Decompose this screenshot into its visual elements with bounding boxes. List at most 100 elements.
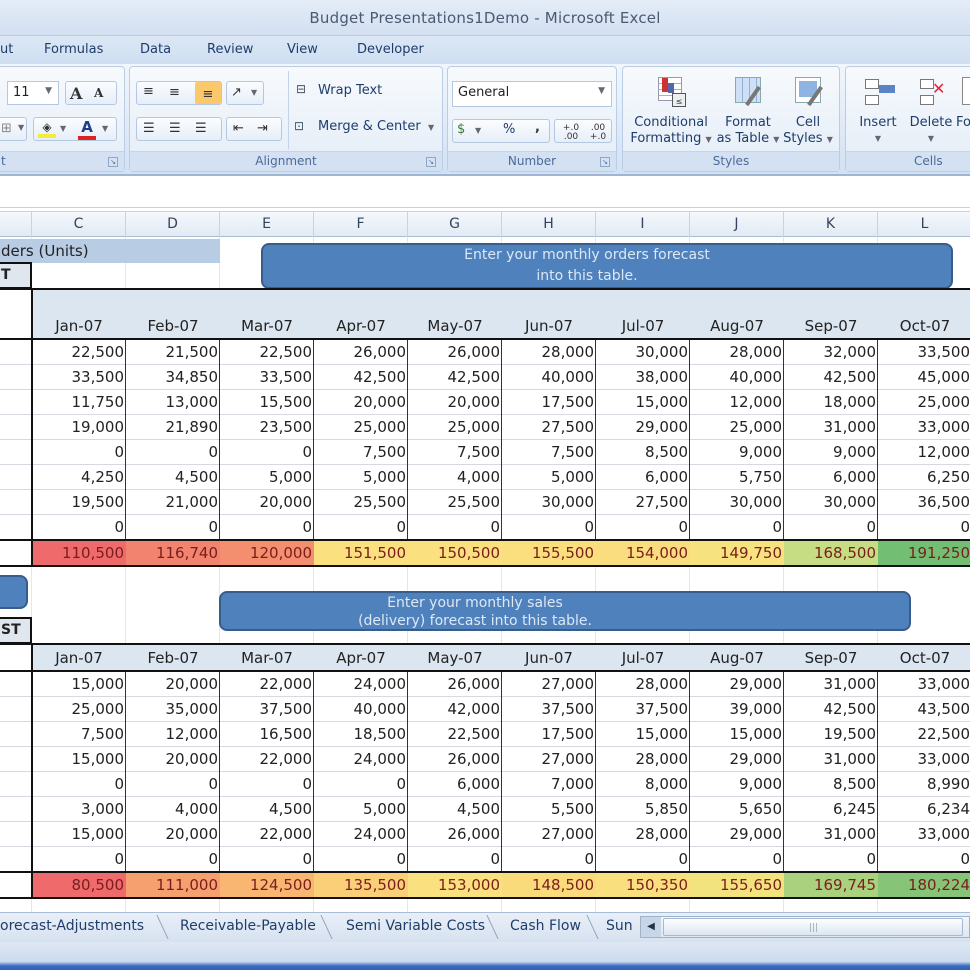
data-cell[interactable]: 0 xyxy=(126,772,220,797)
data-cell[interactable]: 0 xyxy=(314,847,408,872)
data-cell[interactable]: 19,000 xyxy=(32,415,126,440)
sheet-tab-semi-variable-costs[interactable]: Semi Variable Costs xyxy=(346,918,485,934)
font-color-icon[interactable]: A xyxy=(78,118,96,140)
data-cell[interactable]: 25,000 xyxy=(314,415,408,440)
data-cell[interactable]: 4,500 xyxy=(408,797,502,822)
data-cell[interactable]: 16,500 xyxy=(220,722,314,747)
data-cell[interactable]: 27,500 xyxy=(596,490,690,515)
data-cell[interactable]: 6,000 xyxy=(784,465,878,490)
insert-button[interactable]: Insert ▼ xyxy=(850,75,906,147)
orders-tag-cell[interactable]: T xyxy=(0,262,32,289)
data-cell[interactable]: 0 xyxy=(220,772,314,797)
data-cell[interactable]: 26,000 xyxy=(408,747,502,772)
fill-color-icon[interactable]: ◈ xyxy=(38,120,56,138)
sheet-tab-cash-flow[interactable]: Cash Flow xyxy=(510,918,581,934)
data-cell[interactable]: 33,500 xyxy=(220,365,314,390)
column-header[interactable]: I xyxy=(596,212,690,237)
data-cell[interactable]: 29,000 xyxy=(690,747,784,772)
data-cell[interactable]: 6,000 xyxy=(408,772,502,797)
data-cell[interactable]: 27,500 xyxy=(502,415,596,440)
data-cell[interactable]: 9,000 xyxy=(690,772,784,797)
delete-button[interactable]: ✕ Delete ▼ xyxy=(904,75,958,147)
data-cell[interactable]: 27,000 xyxy=(502,672,596,697)
data-cell[interactable]: 25,500 xyxy=(314,490,408,515)
column-header[interactable]: J xyxy=(690,212,784,237)
data-cell[interactable]: 39,000 xyxy=(690,697,784,722)
data-cell[interactable]: 4,250 xyxy=(32,465,126,490)
number-format-select[interactable]: General ▼ xyxy=(452,81,612,107)
data-cell[interactable]: 37,500 xyxy=(502,697,596,722)
horizontal-scrollbar[interactable]: ◀ ||| xyxy=(640,916,970,938)
data-cell[interactable]: 27,000 xyxy=(502,747,596,772)
data-cell[interactable]: 5,650 xyxy=(690,797,784,822)
data-cell[interactable]: 15,000 xyxy=(32,672,126,697)
data-cell[interactable]: 30,000 xyxy=(784,490,878,515)
data-cell[interactable]: 31,000 xyxy=(784,415,878,440)
dialog-launcher-icon[interactable]: ↘ xyxy=(600,157,610,167)
data-cell[interactable]: 0 xyxy=(690,515,784,540)
data-cell[interactable]: 30,000 xyxy=(596,340,690,365)
data-cell[interactable]: 25,500 xyxy=(408,490,502,515)
data-cell[interactable]: 37,500 xyxy=(596,697,690,722)
dialog-launcher-icon[interactable]: ↘ xyxy=(426,157,436,167)
data-cell[interactable]: 30,000 xyxy=(502,490,596,515)
data-cell[interactable]: 45,000 xyxy=(878,365,970,390)
decrease-indent-icon[interactable]: ⇤ xyxy=(233,121,244,136)
data-cell[interactable]: 22,500 xyxy=(32,340,126,365)
data-cell[interactable]: 40,000 xyxy=(314,697,408,722)
data-cell[interactable]: 28,000 xyxy=(596,747,690,772)
column-header[interactable]: H xyxy=(502,212,596,237)
data-cell[interactable]: 4,500 xyxy=(126,465,220,490)
data-cell[interactable]: 23,500 xyxy=(220,415,314,440)
column-header[interactable]: G xyxy=(408,212,502,237)
data-cell[interactable]: 31,000 xyxy=(784,672,878,697)
data-cell[interactable]: 0 xyxy=(314,772,408,797)
data-cell[interactable]: 0 xyxy=(220,515,314,540)
data-cell[interactable]: 40,000 xyxy=(502,365,596,390)
data-cell[interactable]: 42,500 xyxy=(314,365,408,390)
column-header-b[interactable] xyxy=(0,212,32,237)
grow-font-icon[interactable]: A xyxy=(70,84,82,103)
data-cell[interactable]: 0 xyxy=(878,847,970,872)
data-cell[interactable]: 9,000 xyxy=(784,440,878,465)
data-cell[interactable]: 0 xyxy=(126,847,220,872)
data-cell[interactable]: 17,500 xyxy=(502,390,596,415)
scrollbar-thumb[interactable]: ||| xyxy=(663,918,963,936)
data-cell[interactable]: 19,500 xyxy=(32,490,126,515)
data-cell[interactable]: 21,890 xyxy=(126,415,220,440)
data-cell[interactable]: 0 xyxy=(502,515,596,540)
data-cell[interactable]: 25,000 xyxy=(32,697,126,722)
data-cell[interactable]: 25,000 xyxy=(690,415,784,440)
data-cell[interactable]: 0 xyxy=(32,847,126,872)
sheet-tab-summary[interactable]: Sun xyxy=(606,918,638,934)
tab-page-layout[interactable]: ut xyxy=(0,42,13,57)
wrap-text-button[interactable]: Wrap Text xyxy=(318,83,382,98)
data-cell[interactable]: 9,000 xyxy=(690,440,784,465)
data-cell[interactable]: 33,500 xyxy=(32,365,126,390)
data-cell[interactable]: 35,000 xyxy=(126,697,220,722)
data-cell[interactable]: 8,500 xyxy=(784,772,878,797)
data-cell[interactable]: 0 xyxy=(126,440,220,465)
data-cell[interactable]: 8,990 xyxy=(878,772,970,797)
data-cell[interactable]: 22,500 xyxy=(878,722,970,747)
data-cell[interactable]: 13,000 xyxy=(126,390,220,415)
cell-styles-button[interactable]: Cell Styles ▼ xyxy=(779,75,837,148)
align-left-icon[interactable]: ☰ xyxy=(143,121,155,136)
data-cell[interactable]: 6,000 xyxy=(596,465,690,490)
data-cell[interactable]: 32,000 xyxy=(784,340,878,365)
worksheet-grid[interactable]: ders (Units) T Enter your monthly orders… xyxy=(0,237,970,912)
font-size-select[interactable]: 11 ▼ xyxy=(7,81,59,105)
comma-button[interactable]: , xyxy=(535,120,540,135)
data-cell[interactable]: 42,500 xyxy=(784,365,878,390)
data-cell[interactable]: 38,000 xyxy=(596,365,690,390)
data-cell[interactable]: 5,000 xyxy=(220,465,314,490)
data-cell[interactable]: 0 xyxy=(408,515,502,540)
data-cell[interactable]: 4,000 xyxy=(408,465,502,490)
data-cell[interactable]: 28,000 xyxy=(596,822,690,847)
data-cell[interactable]: 21,000 xyxy=(126,490,220,515)
data-cell[interactable]: 8,000 xyxy=(596,772,690,797)
data-cell[interactable]: 31,000 xyxy=(784,822,878,847)
data-cell[interactable]: 11,750 xyxy=(32,390,126,415)
align-center-icon[interactable]: ☰ xyxy=(169,121,181,136)
column-header[interactable]: L xyxy=(878,212,970,237)
